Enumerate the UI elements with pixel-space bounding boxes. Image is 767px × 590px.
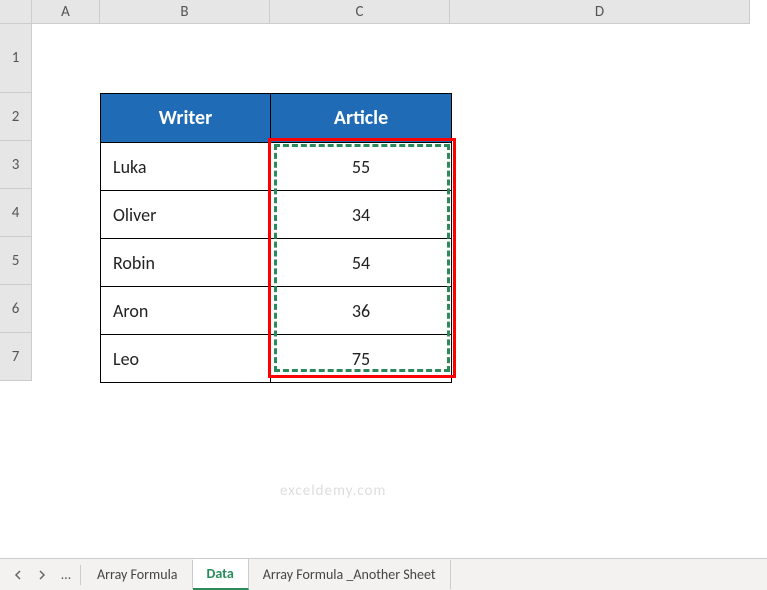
row-header-2[interactable]: 2 xyxy=(0,93,32,141)
cell-writer[interactable]: Aron xyxy=(101,287,271,334)
sheet-tab-array-formula-another[interactable]: Array Formula _Another Sheet xyxy=(249,560,451,589)
watermark: exceldemy.com xyxy=(280,482,386,500)
table-row: Leo 75 xyxy=(101,334,451,382)
cell-article[interactable]: 75 xyxy=(271,335,451,382)
cell-writer[interactable]: Robin xyxy=(101,239,271,286)
col-header-d[interactable]: D xyxy=(450,0,750,24)
row-headers: 1 2 3 4 5 6 7 xyxy=(0,24,32,381)
cell-article[interactable]: 54 xyxy=(271,239,451,286)
row-header-4[interactable]: 4 xyxy=(0,189,32,237)
sheet-tab-strip: … Array Formula Data Array Formula _Anot… xyxy=(0,558,767,590)
row-header-3[interactable]: 3 xyxy=(0,141,32,189)
spreadsheet-grid[interactable]: A B C D 1 2 3 4 5 6 7 Writer Article Luk… xyxy=(0,0,767,558)
header-article[interactable]: Article xyxy=(271,94,451,142)
tab-nav-next[interactable] xyxy=(30,563,54,587)
tab-overflow[interactable]: … xyxy=(54,566,78,583)
row-header-5[interactable]: 5 xyxy=(0,237,32,285)
table-row: Luka 55 xyxy=(101,142,451,190)
sheet-tab-data[interactable]: Data xyxy=(193,559,249,590)
cell-article[interactable]: 34 xyxy=(271,191,451,238)
row-header-6[interactable]: 6 xyxy=(0,285,32,333)
tab-nav-prev[interactable] xyxy=(6,563,30,587)
col-header-b[interactable]: B xyxy=(100,0,270,24)
cell-writer[interactable]: Oliver xyxy=(101,191,271,238)
table-row: Robin 54 xyxy=(101,238,451,286)
data-table: Writer Article Luka 55 Oliver 34 Robin 5… xyxy=(100,93,452,383)
cell-writer[interactable]: Luka xyxy=(101,143,271,190)
cell-writer[interactable]: Leo xyxy=(101,335,271,382)
select-all-corner[interactable] xyxy=(0,0,32,24)
table-row: Oliver 34 xyxy=(101,190,451,238)
cell-article[interactable]: 36 xyxy=(271,287,451,334)
table-row: Aron 36 xyxy=(101,286,451,334)
col-header-a[interactable]: A xyxy=(32,0,100,24)
row-header-1[interactable]: 1 xyxy=(0,24,32,93)
col-header-c[interactable]: C xyxy=(270,0,450,24)
sheet-tab-array-formula[interactable]: Array Formula xyxy=(83,560,193,589)
column-headers: A B C D xyxy=(0,0,750,24)
cell-article[interactable]: 55 xyxy=(271,143,451,190)
row-header-7[interactable]: 7 xyxy=(0,333,32,381)
header-writer[interactable]: Writer xyxy=(101,94,271,142)
